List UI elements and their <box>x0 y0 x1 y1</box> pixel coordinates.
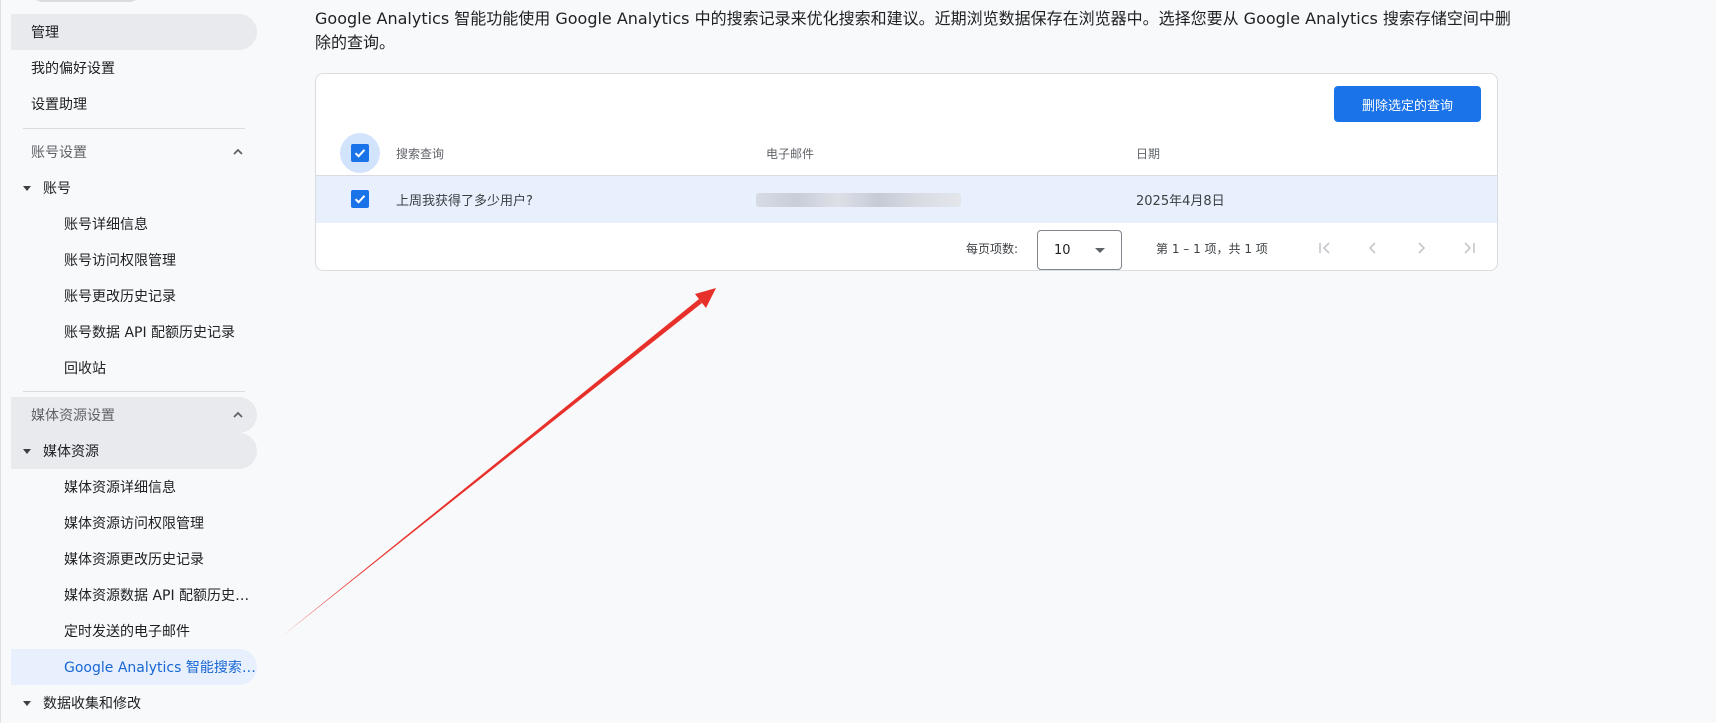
delete-selected-button[interactable]: 删除选定的查询 <box>1334 86 1481 122</box>
sidebar-item-account-details[interactable]: 账号详细信息 <box>11 206 257 242</box>
previous-page-icon[interactable] <box>1361 236 1385 260</box>
next-page-icon[interactable] <box>1409 236 1433 260</box>
sidebar-item-scheduled-emails[interactable]: 定时发送的电子邮件 <box>11 613 257 649</box>
group-label: 数据收集和修改 <box>43 696 141 712</box>
sidebar-item-label: 回收站 <box>64 361 106 377</box>
pagination-range: 第 1 – 1 项，共 1 项 <box>1156 241 1268 256</box>
sidebar-divider <box>23 391 245 392</box>
checkbox-checked-icon <box>351 144 369 162</box>
sidebar-item-label: 账号详细信息 <box>64 217 148 233</box>
search-history-table-card: 删除选定的查询 搜索查询 电子邮件 日期 上周我获得了多少用户? 2025年4月… <box>315 73 1498 271</box>
caret-down-icon <box>23 448 31 454</box>
sidebar-item-property-details[interactable]: 媒体资源详细信息 <box>11 469 257 505</box>
cell-date: 2025年4月8日 <box>1136 194 1225 209</box>
sidebar-item-label: 媒体资源访问权限管理 <box>64 516 204 532</box>
sidebar: 管理 我的偏好设置 设置助理 账号设置 账号 账号详细信息 账号访问权限管理 账… <box>0 0 266 723</box>
sidebar-item-property-change-history[interactable]: 媒体资源更改历史记录 <box>11 541 257 577</box>
sidebar-item-account-api-quota[interactable]: 账号数据 API 配额历史记录 <box>11 314 257 350</box>
sidebar-group-property[interactable]: 媒体资源 <box>11 433 257 469</box>
rows-per-page-value: 10 <box>1054 242 1071 258</box>
caret-down-icon <box>23 700 31 706</box>
rows-per-page-label: 每页项数: <box>966 241 1019 256</box>
sidebar-item-setup-assistant[interactable]: 设置助理 <box>11 86 257 122</box>
sidebar-item-label: 设置助理 <box>31 97 87 113</box>
column-header-email[interactable]: 电子邮件 <box>766 129 814 177</box>
section-title: 账号设置 <box>31 145 87 161</box>
cell-email-redacted <box>756 176 961 223</box>
sidebar-item-property-api-quota[interactable]: 媒体资源数据 API 配额历史记录 <box>11 577 257 613</box>
row-checkbox[interactable] <box>340 179 380 219</box>
sidebar-divider <box>23 128 245 129</box>
column-header-date[interactable]: 日期 <box>1136 129 1160 177</box>
column-header-query[interactable]: 搜索查询 <box>396 129 444 177</box>
sidebar-item-label: Google Analytics 智能搜索记录 <box>64 660 257 676</box>
sidebar-item-label: 账号数据 API 配额历史记录 <box>64 325 236 341</box>
sidebar-item-preferences[interactable]: 我的偏好设置 <box>11 50 257 86</box>
sidebar-item-account-access[interactable]: 账号访问权限管理 <box>11 242 257 278</box>
sidebar-item-label: 定时发送的电子邮件 <box>64 624 190 640</box>
page-description: Google Analytics 智能功能使用 Google Analytics… <box>315 9 1511 52</box>
sidebar-item-ga-search-history[interactable]: Google Analytics 智能搜索记录 <box>11 649 257 685</box>
sidebar-section-account-settings[interactable]: 账号设置 <box>11 134 257 170</box>
sidebar-item-label: 媒体资源更改历史记录 <box>64 552 204 568</box>
chevron-up-icon <box>231 145 245 159</box>
checkbox-checked-icon <box>351 190 369 208</box>
sidebar-item-trash[interactable]: 回收站 <box>11 350 257 386</box>
dropdown-arrow-icon <box>1095 248 1105 253</box>
rows-per-page-select[interactable]: 10 <box>1037 230 1122 270</box>
sidebar-item-label: 管理 <box>31 25 59 41</box>
sidebar-item-label: 媒体资源详细信息 <box>64 480 176 496</box>
section-title: 媒体资源设置 <box>31 408 115 424</box>
sidebar-item-label: 我的偏好设置 <box>31 61 115 77</box>
table-pagination: 每页项数: 10 第 1 – 1 项，共 1 项 <box>316 224 1497 270</box>
sidebar-item-property-access[interactable]: 媒体资源访问权限管理 <box>11 505 257 541</box>
sidebar-item-label: 账号更改历史记录 <box>64 289 176 305</box>
sidebar-top-element <box>31 0 141 2</box>
sidebar-section-property-settings[interactable]: 媒体资源设置 <box>11 397 257 433</box>
redacted-email-blur <box>756 192 961 207</box>
table-header: 搜索查询 电子邮件 日期 <box>316 129 1497 177</box>
sidebar-item-account-change-history[interactable]: 账号更改历史记录 <box>11 278 257 314</box>
cell-query: 上周我获得了多少用户? <box>396 194 533 209</box>
chevron-up-icon <box>231 408 245 422</box>
caret-down-icon <box>23 185 31 191</box>
first-page-icon[interactable] <box>1313 236 1337 260</box>
table-row[interactable]: 上周我获得了多少用户? 2025年4月8日 <box>316 175 1497 223</box>
group-label: 媒体资源 <box>43 444 99 460</box>
sidebar-group-account[interactable]: 账号 <box>11 170 257 206</box>
sidebar-group-data-collection[interactable]: 数据收集和修改 <box>11 685 257 721</box>
sidebar-item-label: 账号访问权限管理 <box>64 253 176 269</box>
select-all-checkbox[interactable] <box>340 133 380 173</box>
group-label: 账号 <box>43 181 71 197</box>
sidebar-item-label: 媒体资源数据 API 配额历史记录 <box>64 588 257 604</box>
last-page-icon[interactable] <box>1457 236 1481 260</box>
sidebar-item-admin[interactable]: 管理 <box>11 14 257 50</box>
